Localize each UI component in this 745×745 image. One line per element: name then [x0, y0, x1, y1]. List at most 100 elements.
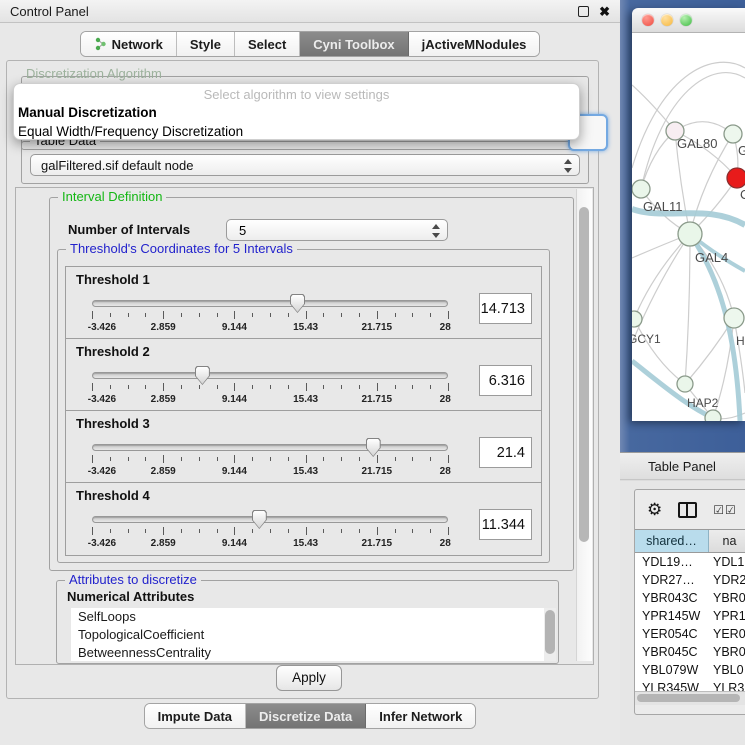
number-of-intervals-label: Number of Intervals: [68, 222, 190, 237]
table-cell[interactable]: YLR345W: [635, 679, 709, 691]
threshold-4-slider[interactable]: -3.4262.8599.14415.4321.71528: [92, 513, 448, 553]
network-node-hap2[interactable]: [677, 376, 693, 392]
threshold-3-panel: Threshold 3 -3.4262.8599.14415.4321.7152…: [65, 410, 542, 484]
tab-select[interactable]: Select: [235, 32, 300, 56]
float-window-icon[interactable]: [578, 6, 589, 17]
tab-impute-data[interactable]: Impute Data: [145, 704, 246, 728]
network-node-gcy1[interactable]: [632, 311, 642, 327]
tab-infer-network[interactable]: Infer Network: [366, 704, 475, 728]
threshold-4-value[interactable]: 11.344: [479, 509, 532, 540]
table-row[interactable]: YLR345WYLR3: [635, 679, 745, 691]
threshold-3-slider[interactable]: -3.4262.8599.14415.4321.71528: [92, 441, 448, 481]
tab-cyni-toolbox[interactable]: Cyni Toolbox: [300, 32, 408, 56]
tab-style[interactable]: Style: [177, 32, 235, 56]
dropdown-option-manual[interactable]: Manual Discretization: [14, 103, 579, 122]
table-cell[interactable]: YLR3: [709, 679, 745, 691]
list-item[interactable]: SelfLoops: [71, 608, 544, 626]
slider-tick-labels: -3.4262.8599.14415.4321.71528: [92, 322, 448, 334]
column-header-shared-name[interactable]: shared…: [635, 530, 709, 552]
table-row[interactable]: YBR045CYBR0: [635, 643, 745, 661]
network-node-label: G: [738, 143, 745, 158]
network-node[interactable]: [705, 410, 721, 421]
table-row[interactable]: YDL19…YDL1: [635, 553, 745, 571]
table-data-combo[interactable]: galFiltered.sif default node: [30, 154, 580, 176]
tab-discretize-data[interactable]: Discretize Data: [246, 704, 366, 728]
close-traffic-light-icon[interactable]: [642, 14, 654, 26]
tab-label: jActiveMNodules: [422, 37, 527, 52]
table-cell[interactable]: YBL0: [709, 661, 745, 679]
numerical-attributes-list[interactable]: SelfLoops TopologicalCoefficient Between…: [71, 608, 544, 661]
network-node-gal4[interactable]: [678, 222, 702, 246]
network-node-label: GAL4: [695, 250, 728, 265]
slider-tick-label: 28: [440, 394, 451, 405]
table-cell[interactable]: YDL1: [709, 553, 745, 571]
checkbox-icons[interactable]: ☑☑: [713, 503, 737, 517]
table-cell[interactable]: YDL19…: [635, 553, 709, 571]
node-table-frame: ⚙ ☑☑ shared… na YDL19…YDL1YDR27…YDR2YBR0…: [634, 489, 745, 715]
number-of-intervals-spinner[interactable]: 5: [226, 219, 448, 241]
table-row[interactable]: YBR043CYBR0: [635, 589, 745, 607]
table-row[interactable]: YBL079WYBL0: [635, 661, 745, 679]
minimize-traffic-light-icon[interactable]: [661, 14, 673, 26]
slider-tick-label: 21.715: [362, 538, 393, 549]
table-cell[interactable]: YBL079W: [635, 661, 709, 679]
table-row[interactable]: YER054CYER0: [635, 625, 745, 643]
slider-tick-label: 15.43: [293, 322, 318, 333]
table-cell[interactable]: YPR1: [709, 607, 745, 625]
attributes-group: Attributes to discretize Numerical Attri…: [56, 580, 559, 664]
slider-tick-label: 9.144: [222, 394, 247, 405]
slider-track[interactable]: [92, 372, 448, 379]
panel-title: Control Panel: [10, 4, 578, 19]
network-node-c[interactable]: [727, 168, 745, 188]
slider-tick-label: -3.426: [88, 394, 116, 405]
table-cell[interactable]: YBR045C: [635, 643, 709, 661]
threshold-1-label: Threshold 1: [76, 272, 150, 287]
table-data-group: Table Data galFiltered.sif default node: [21, 141, 589, 184]
split-columns-icon[interactable]: [678, 502, 697, 518]
tab-label: Network: [112, 37, 163, 52]
list-scrollbar[interactable]: [544, 608, 556, 661]
threshold-3-value[interactable]: 21.4: [479, 437, 532, 468]
table-cell[interactable]: YBR0: [709, 643, 745, 661]
threshold-1-value[interactable]: 14.713: [479, 293, 532, 324]
column-header-name[interactable]: na: [709, 530, 745, 552]
slider-tick-labels: -3.4262.8599.14415.4321.71528: [92, 466, 448, 478]
zoom-traffic-light-icon[interactable]: [680, 14, 692, 26]
table-cell[interactable]: YPR145W: [635, 607, 709, 625]
slider-track[interactable]: [92, 300, 448, 307]
table-rows: YDL19…YDL1YDR27…YDR2YBR043CYBR0YPR145WYP…: [635, 553, 745, 691]
table-cell[interactable]: YBR043C: [635, 589, 709, 607]
list-item[interactable]: BetweennessCentrality: [71, 644, 544, 661]
threshold-1-slider[interactable]: -3.4262.8599.14415.4321.71528: [92, 297, 448, 337]
table-hscrollbar[interactable]: [635, 691, 745, 705]
table-cell[interactable]: YER0: [709, 625, 745, 643]
network-node-g[interactable]: [724, 125, 742, 143]
table-cell[interactable]: YDR27…: [635, 571, 709, 589]
network-node-gal11[interactable]: [632, 180, 650, 198]
list-item[interactable]: TopologicalCoefficient: [71, 626, 544, 644]
threshold-2-slider[interactable]: -3.4262.8599.14415.4321.71528: [92, 369, 448, 409]
tab-jactivemnodules[interactable]: jActiveMNodules: [409, 32, 540, 56]
network-node-h[interactable]: [724, 308, 744, 328]
slider-tick-label: 21.715: [362, 322, 393, 333]
slider-tick-label: 28: [440, 466, 451, 477]
tab-label: Discretize Data: [259, 709, 352, 724]
panel-scrollbar[interactable]: [576, 189, 592, 661]
table-row[interactable]: YPR145WYPR1: [635, 607, 745, 625]
table-cell[interactable]: YDR2: [709, 571, 745, 589]
table-panel-title: Table Panel: [648, 459, 716, 474]
table-row[interactable]: YDR27…YDR2: [635, 571, 745, 589]
tab-network[interactable]: Network: [81, 32, 177, 56]
slider-track[interactable]: [92, 516, 448, 523]
tab-label: Select: [248, 37, 286, 52]
table-cell[interactable]: YER054C: [635, 625, 709, 643]
close-icon[interactable]: ✖: [599, 5, 610, 18]
apply-button[interactable]: Apply: [276, 665, 342, 691]
table-cell[interactable]: YBR0: [709, 589, 745, 607]
network-canvas[interactable]: GAL80GCGAL11GAL4GCY1HHAP2: [632, 33, 745, 421]
gear-icon[interactable]: ⚙: [647, 501, 662, 518]
slider-track[interactable]: [92, 444, 448, 451]
dropdown-option-equal-width[interactable]: Equal Width/Frequency Discretization: [14, 122, 579, 140]
threshold-2-value[interactable]: 6.316: [479, 365, 532, 396]
number-of-intervals-value: 5: [239, 223, 246, 238]
